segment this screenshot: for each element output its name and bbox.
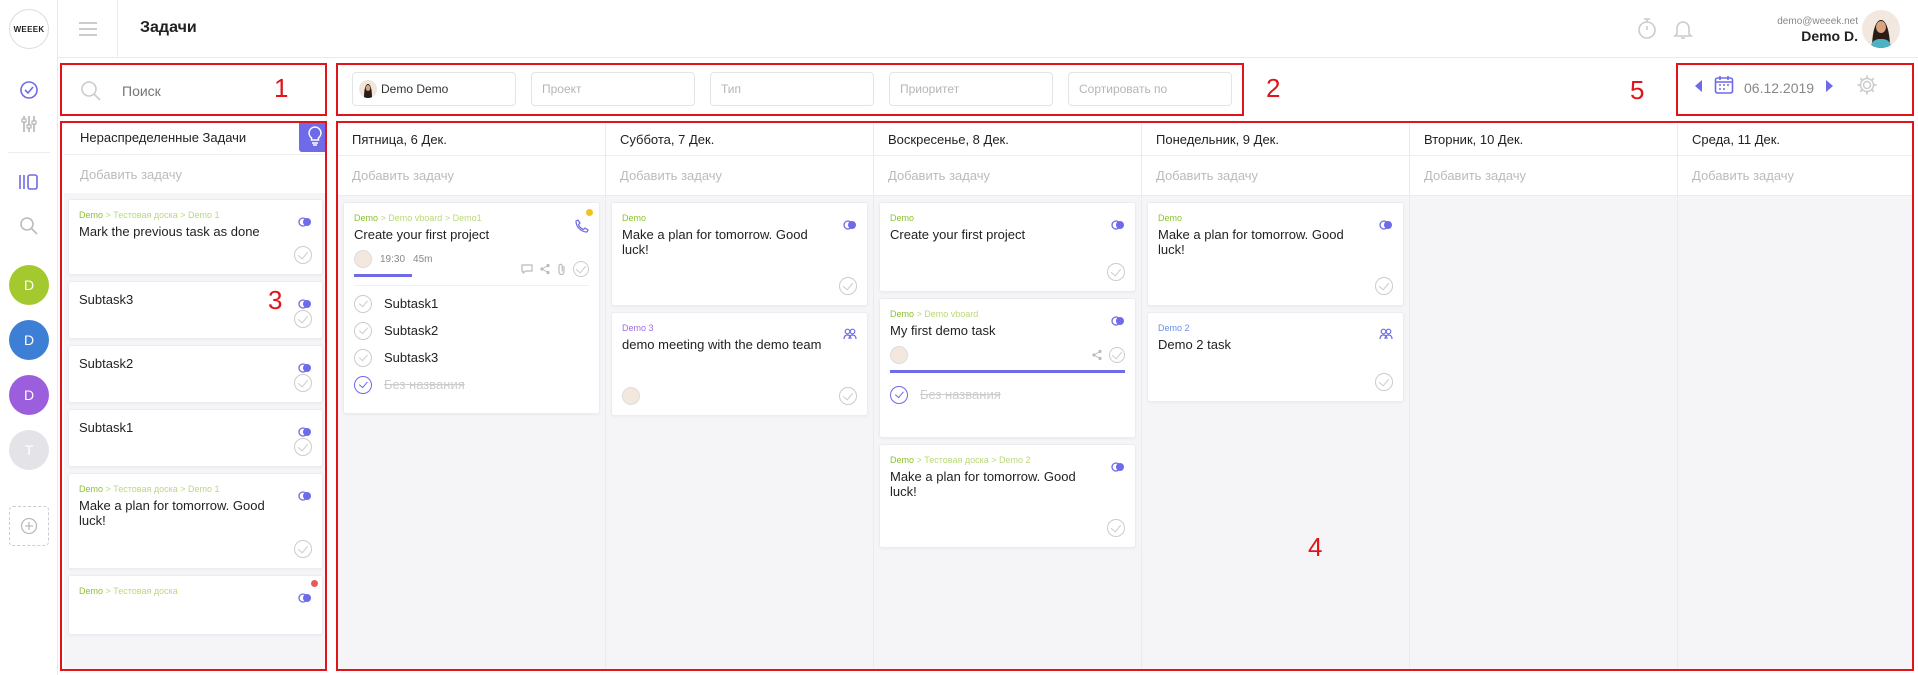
annotation-number-1: 1 [274, 73, 289, 103]
annotation-box-5 [1676, 63, 1914, 116]
annotation-box-3 [60, 121, 327, 671]
project-avatar-1[interactable]: D [9, 265, 49, 305]
header-icons [1636, 17, 1694, 46]
annotation-box-4 [336, 121, 1914, 671]
annotation-number-3: 3 [268, 285, 283, 315]
settings-sliders-icon[interactable] [17, 112, 41, 136]
top-header: Задачи demo@weeek.net Demo D. [58, 0, 1918, 58]
project-avatar-2[interactable]: D [9, 320, 49, 360]
add-project-button[interactable] [9, 506, 49, 546]
user-name: Demo D. [1801, 28, 1858, 44]
annotation-box-2 [336, 63, 1244, 116]
project-avatar-3[interactable]: D [9, 375, 49, 415]
board-view-icon[interactable] [17, 170, 41, 194]
app: WEEEK D D D T Задачи demo@weeek.net Demo… [0, 0, 1918, 675]
page-title: Задачи [140, 19, 197, 36]
annotation-number-4: 4 [1308, 532, 1323, 562]
user-email: demo@weeek.net [1777, 16, 1858, 27]
annotation-number-2: 2 [1266, 73, 1281, 103]
plus-circle-icon [20, 517, 38, 535]
hamburger-icon [78, 22, 97, 36]
rail-divider [8, 152, 50, 153]
bell-icon[interactable] [1672, 17, 1694, 46]
user-info[interactable]: demo@weeek.net Demo D. [1777, 16, 1858, 44]
weeek-logo[interactable]: WEEEK [9, 9, 49, 49]
timer-icon[interactable] [1636, 17, 1658, 46]
menu-toggle-button[interactable] [58, 0, 118, 58]
annotation-number-5: 5 [1630, 75, 1645, 105]
user-avatar[interactable] [1862, 10, 1900, 48]
tasks-check-icon[interactable] [17, 78, 41, 102]
search-icon[interactable] [17, 214, 41, 238]
project-avatar-4[interactable]: T [9, 430, 49, 470]
left-rail: WEEEK D D D T [0, 0, 58, 675]
